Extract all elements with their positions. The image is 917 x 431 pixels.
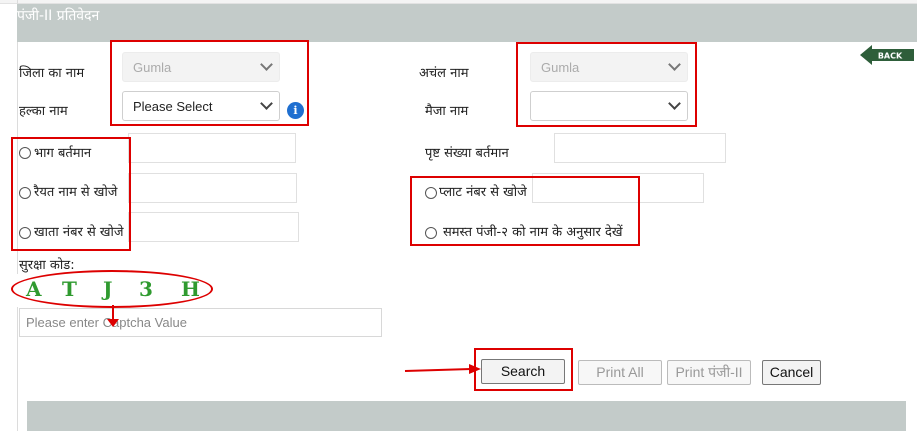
back-button[interactable]: BACK (860, 44, 914, 66)
district-label: जिला का नाम (19, 66, 85, 81)
annotation-arrow-right (404, 364, 481, 374)
page-footer (27, 401, 906, 431)
print-all-button[interactable]: Print All (578, 360, 662, 385)
page-header: पंजी-II प्रतिवेदन (17, 4, 917, 42)
annotation-arrow-down (107, 305, 119, 327)
khata-input[interactable] (128, 212, 299, 242)
bhag-input[interactable] (128, 133, 296, 163)
raiyat-input[interactable] (128, 173, 297, 203)
annotation-box-circle (516, 42, 697, 127)
annotation-box-search (474, 348, 573, 391)
annotation-ellipse-captcha (11, 270, 213, 308)
halka-label: हल्का नाम (19, 104, 68, 119)
cancel-button[interactable]: Cancel (762, 360, 821, 385)
annotation-box-right-radios (410, 176, 640, 246)
mauza-label: मैजा नाम (425, 104, 469, 119)
page-no-label: पृष्ट संख्या बर्तमान (425, 146, 509, 161)
page-no-input[interactable] (554, 133, 726, 163)
captcha-label: सुरक्षा कोड: (19, 258, 75, 273)
annotation-box-left-radios (11, 137, 131, 251)
captcha-input[interactable] (19, 308, 382, 337)
print-panji-button[interactable]: Print पंजी-II (667, 360, 751, 385)
back-arrow-icon: BACK (860, 45, 914, 65)
page-title: पंजी-II प्रतिवेदन (17, 8, 100, 24)
annotation-box-district (110, 40, 309, 126)
circle-label: अचंल नाम (419, 66, 469, 81)
back-label: BACK (878, 52, 903, 61)
